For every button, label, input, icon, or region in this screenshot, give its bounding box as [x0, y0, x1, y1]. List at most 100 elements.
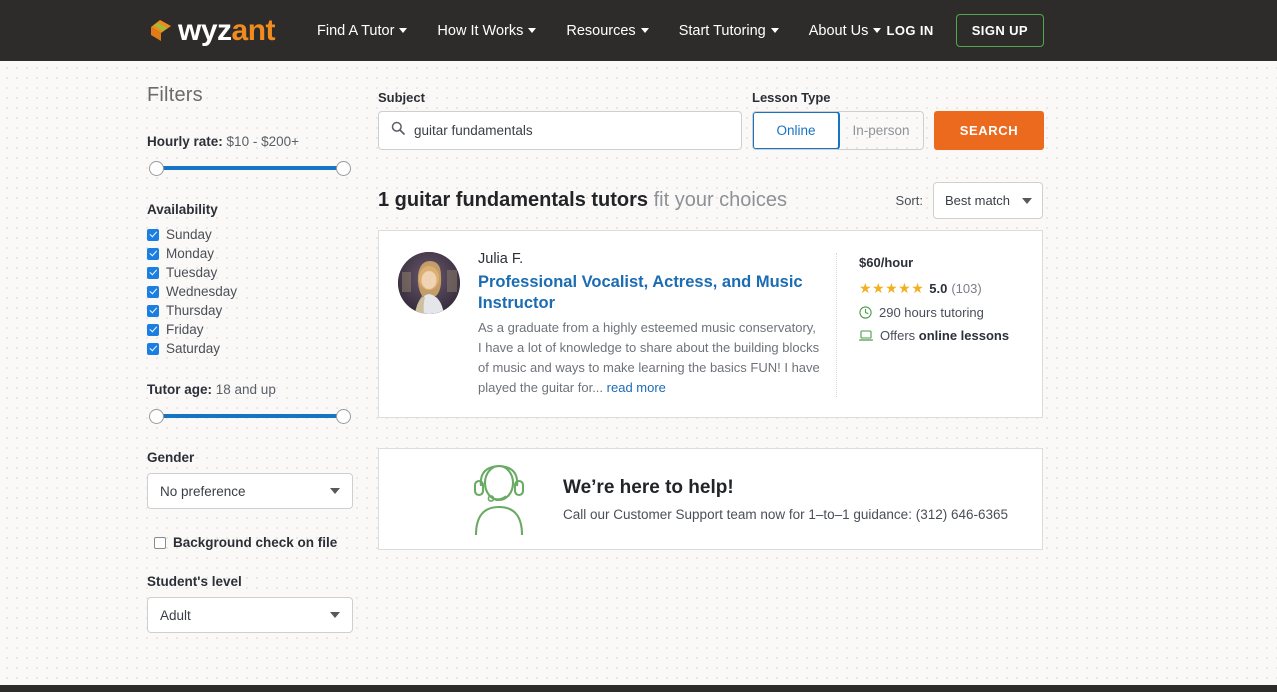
- tutor-age-slider[interactable]: [147, 405, 353, 427]
- hourly-rate-value: $10 - $200+: [226, 134, 299, 149]
- subject-input-wrapper[interactable]: [378, 111, 742, 150]
- results-header: 1 guitar fundamentals tutors fit your ch…: [378, 182, 1043, 219]
- slider-handle-max[interactable]: [336, 161, 351, 176]
- slider-track: [157, 414, 343, 418]
- nav-label: How It Works: [437, 22, 524, 39]
- support-help-title: We’re here to help!: [563, 476, 734, 498]
- sort-control: Sort: Best match: [896, 182, 1043, 219]
- review-count: (103): [951, 281, 982, 296]
- wyzant-diamond-logo-icon: [147, 18, 175, 44]
- search-input[interactable]: [414, 123, 729, 138]
- chevron-down-icon: [528, 28, 537, 33]
- students-level-label: Student's level: [147, 574, 242, 589]
- availability-item-saturday[interactable]: Saturday: [147, 339, 353, 358]
- availability-item-wednesday[interactable]: Wednesday: [147, 282, 353, 301]
- results-suffix: fit your choices: [648, 189, 787, 211]
- slider-handle-max[interactable]: [336, 409, 351, 424]
- gender-select[interactable]: No preference: [147, 473, 353, 509]
- subject-label: Subject: [378, 90, 425, 105]
- support-help-card: We’re here to help! Call our Customer Su…: [378, 448, 1043, 550]
- nav-item-about-us[interactable]: About Us: [809, 23, 882, 39]
- nav-item-how-it-works[interactable]: How It Works: [437, 22, 537, 39]
- rating-row: ★★★★★ 5.0 (103): [859, 280, 1009, 297]
- tutor-info: Julia F. Professional Vocalist, Actress,…: [460, 231, 822, 417]
- availability-item-friday[interactable]: Friday: [147, 320, 353, 339]
- tutor-headline-link[interactable]: Professional Vocalist, Actress, and Musi…: [478, 272, 822, 313]
- hours-tutoring-text: 290 hours tutoring: [879, 305, 984, 320]
- avatar: [398, 252, 460, 314]
- lesson-type-inperson-button[interactable]: In-person: [839, 112, 923, 149]
- sort-label: Sort:: [895, 193, 923, 208]
- availability-label-text: Saturday: [166, 341, 221, 356]
- hourly-rate-label-text: Hourly rate:: [147, 134, 223, 149]
- checkbox-icon[interactable]: [147, 247, 159, 260]
- page-root: wyzant Find A Tutor How It Works Resourc…: [0, 0, 1277, 692]
- chevron-down-icon: [873, 28, 882, 33]
- tutor-age-label: Tutor age: 18 and up: [147, 382, 353, 397]
- logo-wordmark: wyzant: [178, 13, 276, 47]
- signup-button[interactable]: SIGN UP: [955, 14, 1044, 47]
- wyzant-logo[interactable]: wyzant: [147, 13, 276, 47]
- availability-label-text: Wednesday: [166, 284, 238, 299]
- login-link[interactable]: LOG IN: [887, 23, 934, 38]
- gender-select-value: No preference: [160, 483, 246, 499]
- sort-select[interactable]: Best match: [933, 182, 1043, 219]
- availability-label-text: Tuesday: [166, 265, 218, 280]
- availability-label-text: Friday: [166, 322, 204, 337]
- lesson-type-group: Lesson Type Online In-person: [752, 90, 924, 150]
- checkbox-icon[interactable]: [147, 323, 159, 336]
- nav-item-find-a-tutor[interactable]: Find A Tutor: [317, 22, 408, 39]
- lesson-type-online-button[interactable]: Online: [753, 112, 840, 149]
- tutor-age-label-text: Tutor age:: [147, 382, 212, 397]
- nav-item-resources[interactable]: Resources: [566, 22, 649, 39]
- search-icon: [391, 121, 405, 140]
- chevron-down-icon: [640, 28, 649, 33]
- subject-field-group: Subject: [378, 90, 742, 150]
- nav-label: Find A Tutor: [317, 22, 395, 39]
- site-header: wyzant Find A Tutor How It Works Resourc…: [0, 0, 1277, 61]
- chevron-down-icon: [330, 612, 340, 618]
- checkbox-icon[interactable]: [147, 304, 159, 317]
- read-more-link[interactable]: read more: [607, 380, 666, 395]
- checkbox-icon[interactable]: [147, 285, 159, 298]
- logo-text-part1: wyz: [178, 13, 232, 47]
- gender-label: Gender: [147, 450, 195, 465]
- hourly-rate-label: Hourly rate: $10 - $200+: [147, 134, 353, 149]
- slider-handle-min[interactable]: [149, 409, 164, 424]
- availability-item-thursday[interactable]: Thursday: [147, 301, 353, 320]
- nav-label: Resources: [566, 22, 636, 39]
- checkbox-icon[interactable]: [147, 342, 159, 355]
- background-check-label: Background check on file: [173, 535, 338, 550]
- background-check-row[interactable]: Background check on file: [154, 535, 353, 550]
- star-rating-icon: ★★★★★: [859, 280, 925, 296]
- tutor-age-value: 18 and up: [215, 382, 276, 397]
- availability-list: Sunday Monday Tuesday Wednesday Thursday…: [147, 225, 353, 358]
- availability-label-text: Sunday: [166, 227, 212, 242]
- results-count-title: 1 guitar fundamentals tutors fit your ch…: [378, 189, 787, 212]
- hourly-rate-slider[interactable]: [147, 157, 353, 179]
- header-actions: LOG IN SIGN UP: [887, 0, 1277, 61]
- site-footer: [0, 685, 1277, 692]
- filters-sidebar: Filters Hourly rate: $10 - $200+ Availab…: [147, 84, 353, 633]
- availability-item-monday[interactable]: Monday: [147, 244, 353, 263]
- students-level-select[interactable]: Adult: [147, 597, 353, 633]
- search-button[interactable]: SEARCH: [934, 111, 1044, 150]
- support-help-text: We’re here to help! Call our Customer Su…: [563, 477, 1008, 522]
- price-amount: $60: [859, 255, 881, 270]
- checkbox-icon[interactable]: [147, 266, 159, 279]
- availability-item-sunday[interactable]: Sunday: [147, 225, 353, 244]
- checkbox-icon[interactable]: [147, 228, 159, 241]
- chevron-down-icon: [770, 28, 779, 33]
- slider-handle-min[interactable]: [149, 161, 164, 176]
- nav-item-start-tutoring[interactable]: Start Tutoring: [679, 23, 779, 39]
- availability-item-tuesday[interactable]: Tuesday: [147, 263, 353, 282]
- nav-label: About Us: [808, 22, 869, 39]
- checkbox-icon[interactable]: [154, 536, 166, 549]
- clock-icon: [859, 306, 872, 319]
- results-count: 1 guitar fundamentals tutors: [378, 189, 649, 211]
- tutor-result-card[interactable]: Julia F. Professional Vocalist, Actress,…: [378, 230, 1043, 418]
- price-unit: /hour: [880, 255, 914, 270]
- filters-title: Filters: [147, 84, 203, 106]
- availability-label: Availability: [147, 202, 218, 217]
- online-lessons-row: Offers online lessons: [859, 328, 1009, 343]
